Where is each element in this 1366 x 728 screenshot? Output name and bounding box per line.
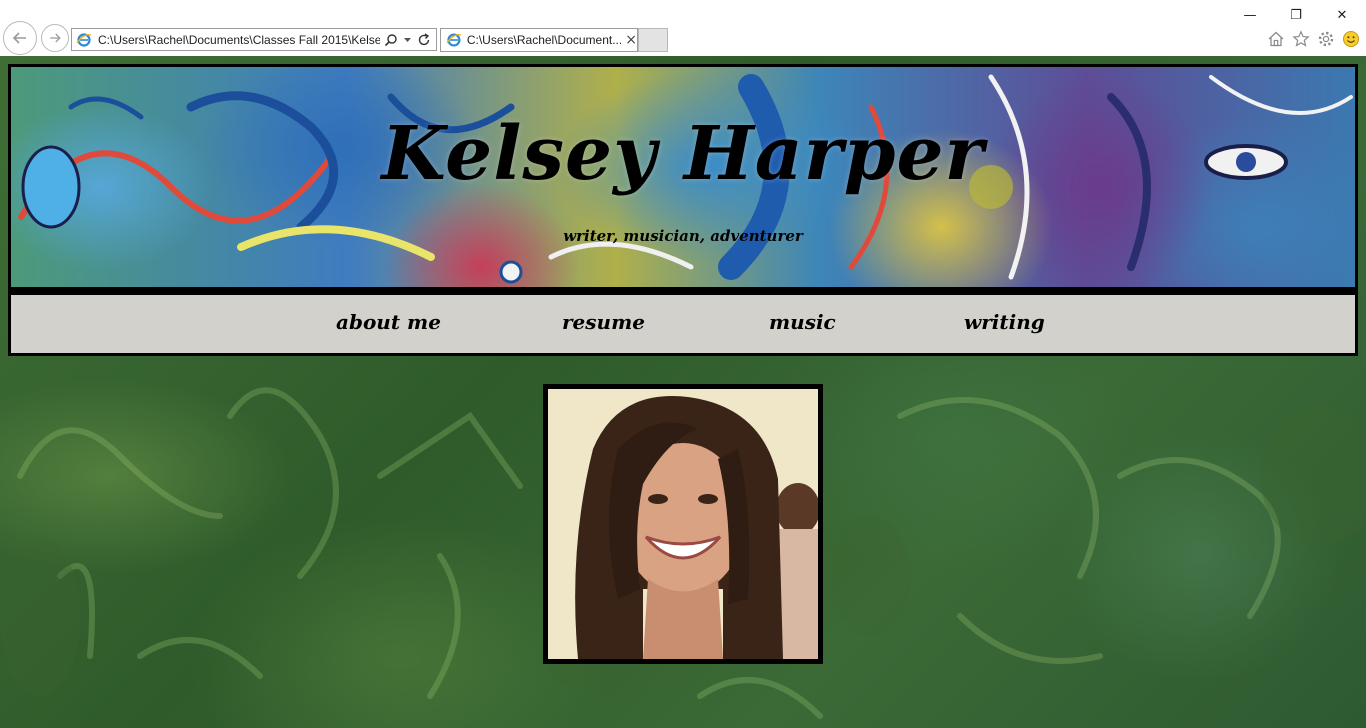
- restore-button[interactable]: ❐: [1273, 4, 1319, 26]
- tab-close-button[interactable]: ×: [625, 33, 637, 47]
- dropdown-icon[interactable]: [403, 35, 412, 44]
- ie-logo-icon: [446, 33, 462, 47]
- ie-logo-icon: [76, 32, 92, 47]
- settings-button[interactable]: [1316, 29, 1335, 48]
- address-bar[interactable]: C:\Users\Rachel\Documents\Classes Fall 2…: [71, 28, 437, 51]
- tab-title: C:\Users\Rachel\Document...: [466, 33, 622, 47]
- new-tab-button[interactable]: [638, 28, 668, 52]
- window-controls: — ❐ ✕: [1227, 4, 1365, 26]
- minimize-button[interactable]: —: [1227, 4, 1273, 26]
- settings-gear-icon: [1318, 31, 1333, 46]
- page-background: Kelsey Harper writer, musician, adventur…: [0, 56, 1366, 728]
- profile-photo: [543, 384, 823, 664]
- favorites-button[interactable]: [1291, 29, 1310, 48]
- toolbar-icons: [1266, 29, 1360, 48]
- address-url: C:\Users\Rachel\Documents\Classes Fall 2…: [98, 32, 380, 47]
- site-title: Kelsey Harper: [381, 111, 985, 197]
- home-icon: [1268, 31, 1283, 46]
- site-header-banner: Kelsey Harper writer, musician, adventur…: [8, 64, 1358, 290]
- back-arrow-icon: [12, 32, 26, 44]
- refresh-icon[interactable]: [417, 32, 431, 47]
- home-button[interactable]: [1266, 29, 1285, 48]
- nav-link-about-me[interactable]: about me: [336, 310, 441, 334]
- browser-chrome: C:\Users\Rachel\Documents\Classes Fall 2…: [0, 0, 1366, 57]
- search-icon[interactable]: [384, 33, 398, 47]
- nav-divider: [11, 290, 1355, 295]
- feedback-button[interactable]: [1341, 29, 1360, 48]
- main-navigation: about me resume music writing: [8, 290, 1358, 356]
- site-tagline: writer, musician, adventurer: [563, 227, 803, 245]
- forward-arrow-icon: [50, 33, 61, 43]
- favorites-star-icon: [1291, 29, 1310, 47]
- nav-link-music[interactable]: music: [769, 310, 836, 334]
- smiley-feedback-icon: [1342, 30, 1359, 47]
- nav-link-resume[interactable]: resume: [562, 310, 645, 334]
- browser-tab[interactable]: C:\Users\Rachel\Document... ×: [440, 28, 638, 52]
- nav-link-writing[interactable]: writing: [964, 310, 1045, 334]
- back-button[interactable]: [3, 21, 37, 55]
- forward-button[interactable]: [41, 24, 69, 52]
- profile-portrait-image: [548, 389, 818, 659]
- close-window-button[interactable]: ✕: [1319, 4, 1365, 26]
